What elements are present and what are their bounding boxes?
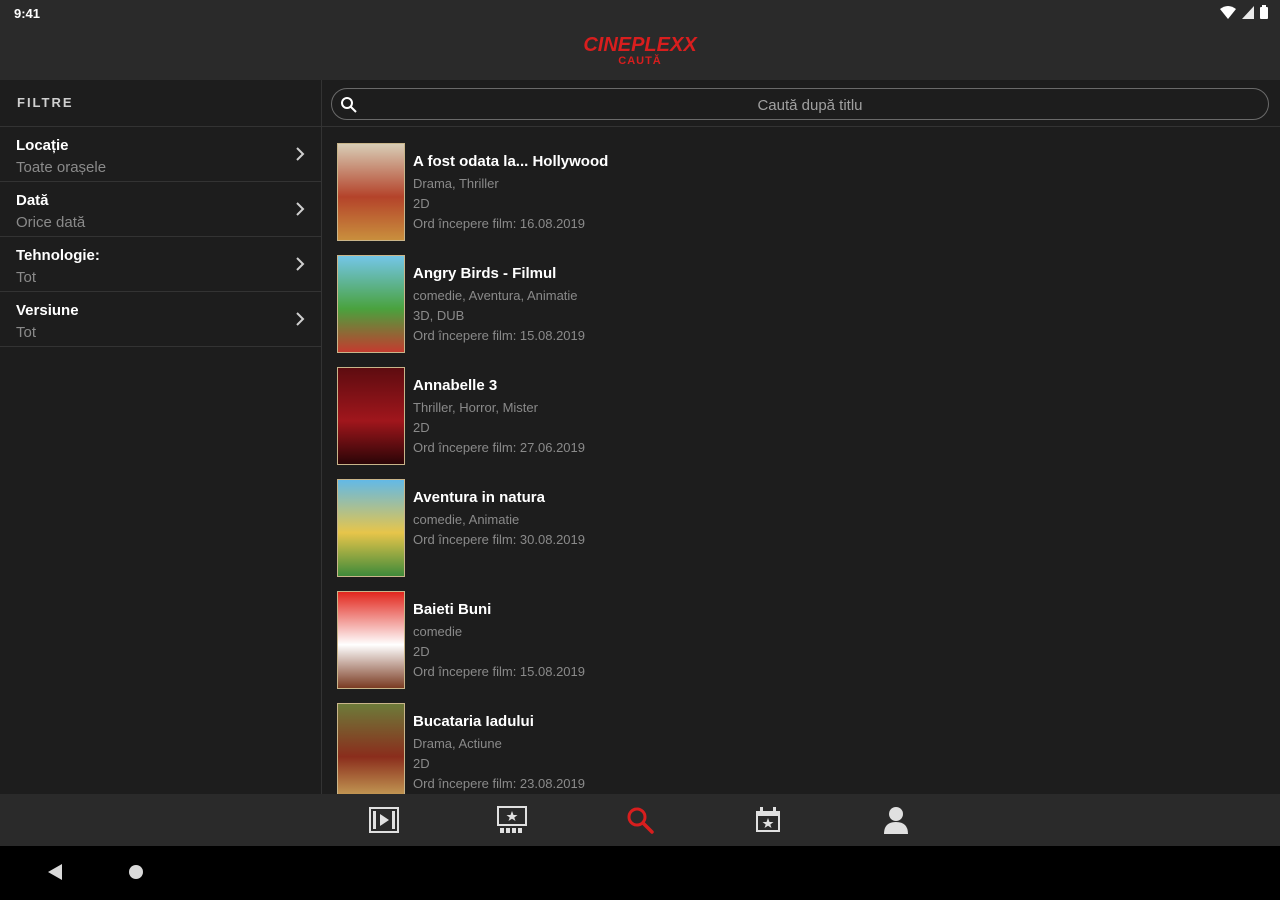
- cinema-icon: [497, 806, 527, 833]
- filter-location[interactable]: Locație Toate orașele: [0, 127, 321, 182]
- chevron-right-icon: [296, 147, 305, 161]
- filter-version[interactable]: Versiune Tot: [0, 292, 321, 347]
- movie-start-date: Ord începere film: 23.08.2019: [413, 776, 585, 791]
- status-icons: [1220, 5, 1268, 19]
- movie-poster: [337, 703, 405, 794]
- wifi-icon: [1220, 5, 1236, 19]
- movie-title: Baieti Buni: [413, 601, 492, 618]
- movie-start-date: Ord începere film: 15.08.2019: [413, 664, 585, 679]
- bottom-navigation: [0, 794, 1280, 846]
- divider: [322, 126, 1280, 127]
- movie-poster: [337, 367, 405, 465]
- nav-movies[interactable]: [368, 804, 400, 836]
- movie-item[interactable]: Annabelle 3 Thriller, Horror, Mister 2D …: [336, 366, 1266, 478]
- filter-date[interactable]: Dată Orice dată: [0, 182, 321, 237]
- search-input[interactable]: [362, 89, 1258, 121]
- nav-cinemas[interactable]: [496, 804, 528, 836]
- filter-label: Tehnologie:: [16, 247, 100, 264]
- filter-technology[interactable]: Tehnologie: Tot: [0, 237, 321, 292]
- filter-label: Locație: [16, 137, 69, 154]
- search-bar[interactable]: [331, 88, 1269, 121]
- play-icon: [369, 807, 399, 833]
- movie-title: Angry Birds - Filmul: [413, 265, 557, 282]
- battery-icon: [1260, 5, 1268, 19]
- movie-format: 2D: [413, 196, 430, 211]
- movie-item[interactable]: Angry Birds - Filmul comedie, Aventura, …: [336, 254, 1266, 366]
- filters-title: FILTRE: [0, 80, 321, 127]
- movie-start-date: Ord începere film: 16.08.2019: [413, 216, 585, 231]
- movie-format: 3D, DUB: [413, 308, 465, 323]
- movie-format: 2D: [413, 644, 430, 659]
- movie-start-date: Ord începere film: 30.08.2019: [413, 532, 585, 547]
- movie-item[interactable]: A fost odata la... Hollywood Drama, Thri…: [336, 142, 1266, 254]
- filter-value: Toate orașele: [16, 159, 107, 176]
- filter-value: Tot: [16, 324, 37, 341]
- movie-genres: Thriller, Horror, Mister: [413, 400, 538, 415]
- movie-item[interactable]: Aventura in natura comedie, Animatie Ord…: [336, 478, 1266, 590]
- brand-name: CINEPLEXX: [583, 34, 697, 56]
- movie-format: 2D: [413, 756, 430, 771]
- movie-genres: comedie: [413, 624, 463, 639]
- movie-start-date: Ord începere film: 15.08.2019: [413, 328, 585, 343]
- filter-label: Dată: [16, 192, 49, 209]
- movie-title: A fost odata la... Hollywood: [413, 153, 609, 170]
- movie-item[interactable]: Baieti Buni comedie 2D Ord începere film…: [336, 590, 1266, 702]
- movie-genres: comedie, Animatie: [413, 512, 520, 527]
- movie-poster: [337, 591, 405, 689]
- system-navigation-bar: [0, 846, 1280, 900]
- movie-genres: comedie, Aventura, Animatie: [413, 288, 578, 303]
- filters-sidebar: FILTRE Locație Toate orașele Dată Orice …: [0, 80, 322, 794]
- main-content: A fost odata la... Hollywood Drama, Thri…: [322, 80, 1280, 794]
- filter-value: Tot: [16, 269, 37, 286]
- movie-poster: [337, 479, 405, 577]
- chevron-right-icon: [296, 257, 305, 271]
- profile-icon: [884, 807, 908, 834]
- movie-item[interactable]: Bucataria Iadului Drama, Actiune 2D Ord …: [336, 702, 1266, 794]
- signal-icon: [1242, 5, 1254, 19]
- home-icon[interactable]: [128, 864, 144, 880]
- movie-title: Bucataria Iadului: [413, 713, 534, 730]
- back-icon[interactable]: [47, 863, 63, 881]
- movie-poster: [337, 143, 405, 241]
- calendar-star-icon: [756, 807, 780, 832]
- status-time: 9:41: [14, 6, 41, 21]
- movie-format: 2D: [413, 420, 430, 435]
- nav-profile[interactable]: [880, 804, 912, 836]
- movie-start-date: Ord începere film: 27.06.2019: [413, 440, 585, 455]
- nav-search[interactable]: [624, 804, 656, 836]
- movie-list: A fost odata la... Hollywood Drama, Thri…: [336, 142, 1266, 794]
- movie-title: Annabelle 3: [413, 377, 498, 394]
- status-bar: 9:41: [0, 0, 1280, 26]
- chevron-right-icon: [296, 312, 305, 326]
- search-icon: [627, 807, 654, 834]
- section-title: CAUTĂ: [618, 55, 662, 67]
- filter-value: Orice dată: [16, 214, 86, 231]
- movie-genres: Drama, Actiune: [413, 736, 502, 751]
- movie-genres: Drama, Thriller: [413, 176, 499, 191]
- chevron-right-icon: [296, 202, 305, 216]
- search-icon: [341, 97, 357, 113]
- filter-label: Versiune: [16, 302, 79, 319]
- app-header: CINEPLEXX CAUTĂ: [0, 26, 1280, 80]
- cineplexx-logo: CINEPLEXX CAUTĂ: [0, 34, 1280, 67]
- movie-poster: [337, 255, 405, 353]
- nav-schedule[interactable]: [752, 804, 784, 836]
- movie-title: Aventura in natura: [413, 489, 545, 506]
